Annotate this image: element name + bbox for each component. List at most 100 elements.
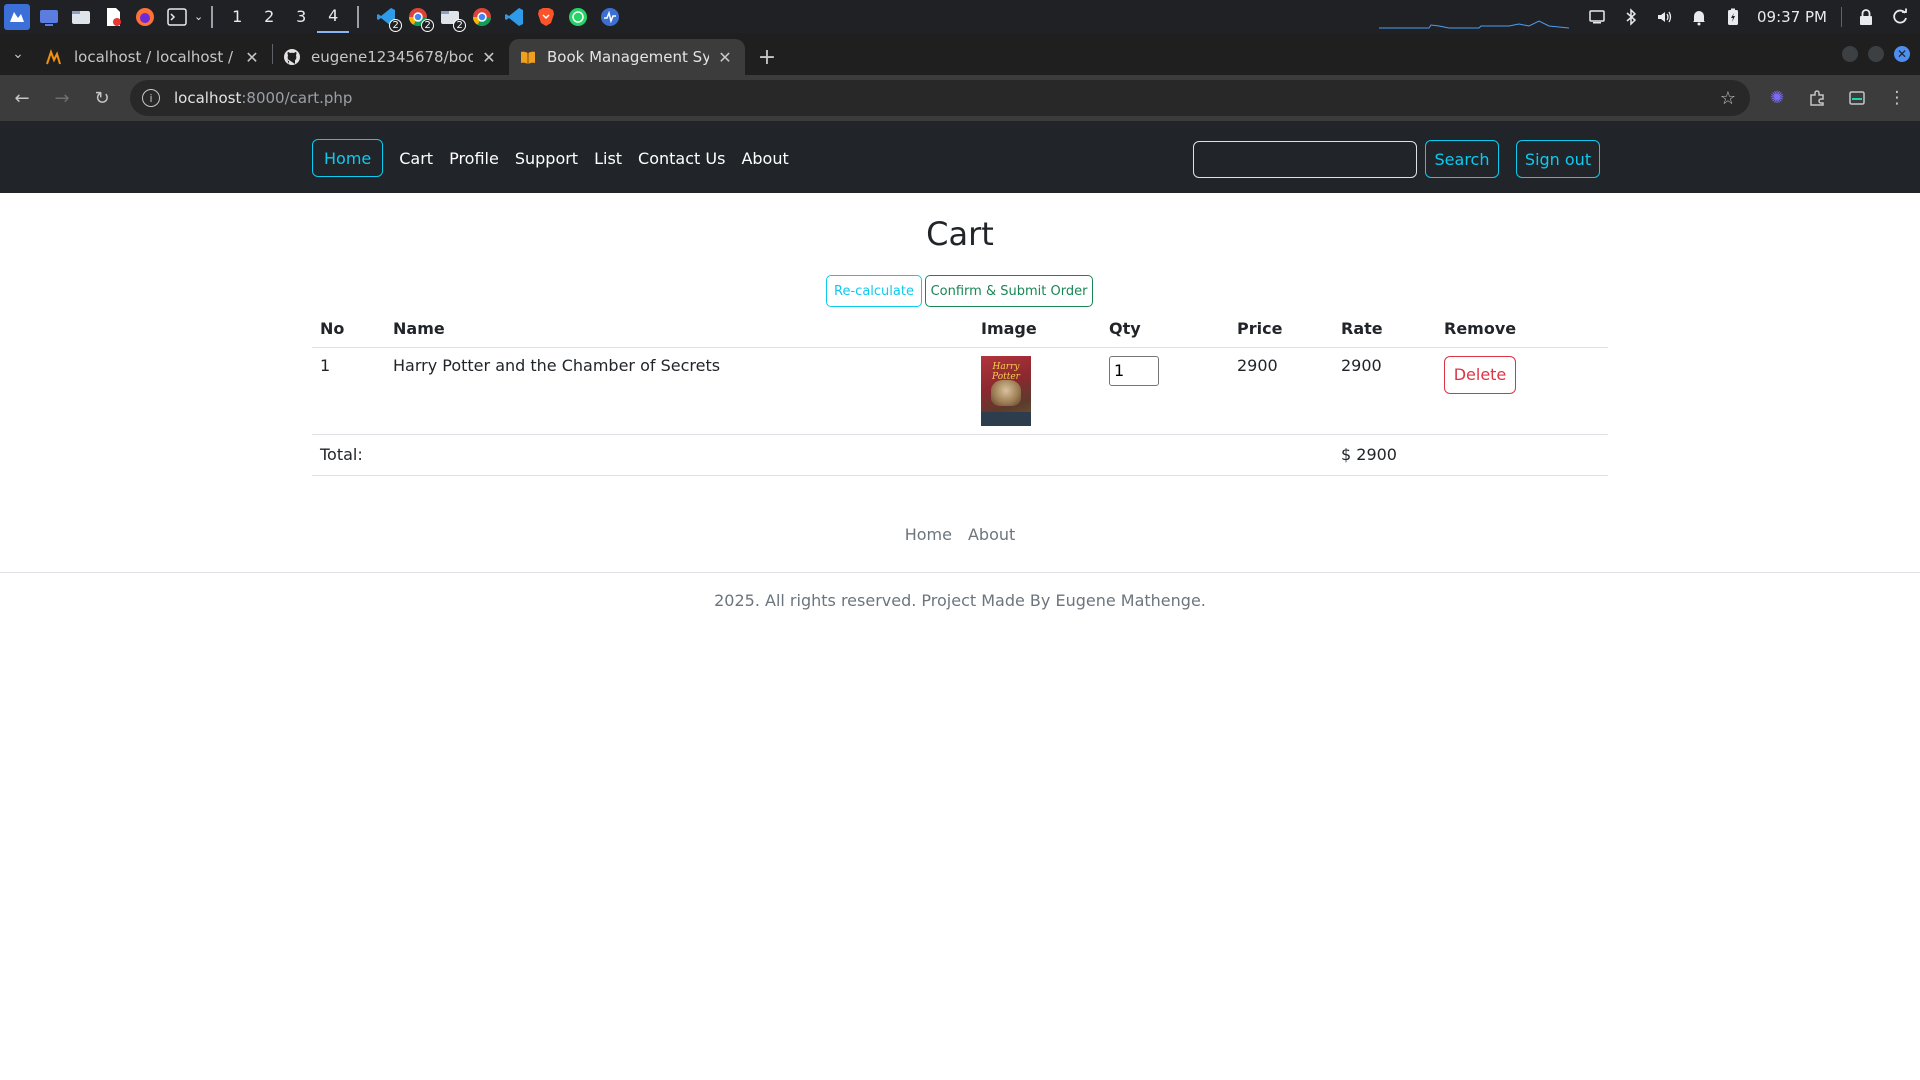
forward-arrow-icon[interactable]: → (44, 80, 80, 116)
page-title: Cart (926, 215, 994, 253)
site-info-icon[interactable]: i (142, 89, 160, 107)
site-navbar: Home Cart Profile Support List Contact U… (0, 121, 1920, 193)
nav-cart-link[interactable]: Cart (391, 139, 441, 177)
column-header-qty: Qty (1101, 311, 1229, 348)
notification-bell-icon[interactable] (1689, 7, 1709, 27)
sidebar-icon[interactable] (1846, 87, 1868, 109)
address-bar[interactable]: i localhost:8000/cart.php ☆ (130, 80, 1750, 116)
volume-icon[interactable] (1655, 7, 1675, 27)
battery-charging-icon[interactable] (1723, 7, 1743, 27)
refresh-session-icon[interactable] (1890, 7, 1910, 27)
files-icon[interactable]: 2 (437, 4, 467, 32)
nav-list-link[interactable]: List (586, 139, 630, 177)
book-cover-image: Harry Potter (981, 355, 1031, 426)
window-controls: ✕ (1842, 33, 1920, 75)
book-cover-title: Harry Potter (992, 361, 1020, 382)
file-manager-icon[interactable] (68, 4, 94, 30)
book-icon (519, 48, 537, 66)
new-tab-icon[interactable]: + (749, 39, 785, 75)
tab-github[interactable]: eugene12345678/book_n ✕ (273, 39, 509, 75)
cell-rate: 2900 (1333, 347, 1436, 435)
files-badge: 2 (453, 18, 467, 32)
nav-contact-link[interactable]: Contact Us (630, 139, 733, 177)
column-header-image: Image (973, 311, 1101, 348)
lock-icon[interactable] (1856, 7, 1876, 27)
search-button[interactable]: Search (1425, 140, 1499, 178)
column-header-price: Price (1229, 311, 1333, 348)
tab-search-chevron-icon[interactable]: ⌄ (0, 33, 36, 75)
footer-about-link[interactable]: About (960, 525, 1023, 544)
submit-order-button[interactable]: Confirm & Submit Order (925, 275, 1093, 307)
cart-actions: Re-calculate Confirm & Submit Order (826, 275, 1093, 307)
close-tab-icon[interactable]: ✕ (242, 47, 262, 67)
chrome-icon[interactable] (469, 4, 495, 30)
screen-icon[interactable] (1587, 7, 1607, 27)
tab-title: Book Management Syste (547, 48, 709, 66)
whatsapp-icon[interactable] (565, 4, 591, 30)
table-row: 1 Harry Potter and the Chamber of Secret… (312, 347, 1608, 435)
column-header-no: No (312, 311, 385, 348)
search-input[interactable] (1193, 140, 1417, 178)
quantity-input[interactable] (1109, 355, 1159, 386)
extension-gear-icon[interactable]: ✺ (1766, 87, 1788, 109)
brave-icon[interactable] (533, 4, 559, 30)
terminal-icon[interactable] (164, 4, 190, 30)
nav-support-link[interactable]: Support (507, 139, 586, 177)
back-arrow-icon[interactable]: ← (4, 80, 40, 116)
cart-table: No Name Image Qty Price Rate Remove 1 Ha… (312, 311, 1608, 476)
column-header-rate: Rate (1333, 311, 1436, 348)
recalculate-button[interactable]: Re-calculate (826, 275, 922, 307)
tray-separator (1841, 6, 1842, 27)
firefox-icon[interactable] (132, 4, 158, 30)
tab-book-management[interactable]: Book Management Syste ✕ (509, 39, 745, 75)
nav-home-link[interactable]: Home (312, 139, 384, 177)
network-graph-icon (1379, 4, 1570, 30)
close-window-icon[interactable]: ✕ (1894, 46, 1910, 62)
url-path: :8000/cart.php (241, 89, 353, 107)
maximize-window-icon[interactable] (1868, 46, 1884, 62)
footer-divider (0, 572, 1920, 573)
desktop-icon[interactable] (36, 4, 62, 30)
workspace-2[interactable]: 2 (253, 0, 285, 33)
taskbar-separator (357, 5, 360, 28)
tab-title: localhost / localhost / bo (74, 48, 236, 66)
cell-remove: Delete (1436, 347, 1608, 435)
workspace-3[interactable]: 3 (285, 0, 317, 33)
taskbar-separator (211, 5, 214, 28)
footer-home-link[interactable]: Home (897, 525, 960, 544)
tab-title: eugene12345678/book_n (311, 48, 473, 66)
workspace-1[interactable]: 1 (221, 0, 253, 33)
column-header-name: Name (385, 311, 973, 348)
tab-phpmyadmin[interactable]: localhost / localhost / bo ✕ (36, 39, 272, 75)
vscode-badge: 2 (389, 18, 403, 32)
total-label: Total: (312, 434, 1333, 476)
cell-name: Harry Potter and the Chamber of Secrets (385, 347, 973, 435)
sign-out-button[interactable]: Sign out (1516, 140, 1600, 178)
more-menu-icon[interactable]: ⋮ (1886, 87, 1908, 109)
os-taskbar: ⌄ 1 2 3 4 2 2 2 09:37 PM (0, 0, 1920, 33)
bookmark-star-icon[interactable]: ☆ (1720, 88, 1736, 109)
phpmyadmin-icon (46, 48, 64, 66)
app-launcher-icon[interactable] (4, 3, 30, 30)
vscode-icon[interactable] (501, 4, 527, 30)
chevron-down-icon[interactable]: ⌄ (194, 10, 203, 23)
close-tab-icon[interactable]: ✕ (479, 47, 499, 67)
nav-about-link[interactable]: About (733, 139, 796, 177)
cell-image: Harry Potter (973, 347, 1101, 435)
chrome-badge: 2 (421, 18, 435, 32)
vscode-icon[interactable]: 2 (373, 4, 403, 32)
bluetooth-icon[interactable] (1621, 7, 1641, 27)
browser-tab-strip: ⌄ localhost / localhost / bo ✕ eugene123… (0, 33, 1920, 75)
extensions-puzzle-icon[interactable] (1806, 87, 1828, 109)
workspace-4[interactable]: 4 (317, 0, 350, 33)
clock[interactable]: 09:37 PM (1757, 8, 1827, 26)
minimize-window-icon[interactable] (1842, 46, 1858, 62)
close-tab-icon[interactable]: ✕ (715, 47, 735, 67)
nav-profile-link[interactable]: Profile (441, 139, 507, 177)
reload-icon[interactable]: ↻ (84, 80, 120, 116)
chrome-icon[interactable]: 2 (405, 4, 435, 32)
nav-links: Home Cart Profile Support List Contact U… (312, 139, 797, 177)
delete-button[interactable]: Delete (1444, 355, 1516, 394)
document-viewer-icon[interactable] (100, 4, 126, 30)
system-monitor-icon[interactable] (597, 4, 623, 30)
